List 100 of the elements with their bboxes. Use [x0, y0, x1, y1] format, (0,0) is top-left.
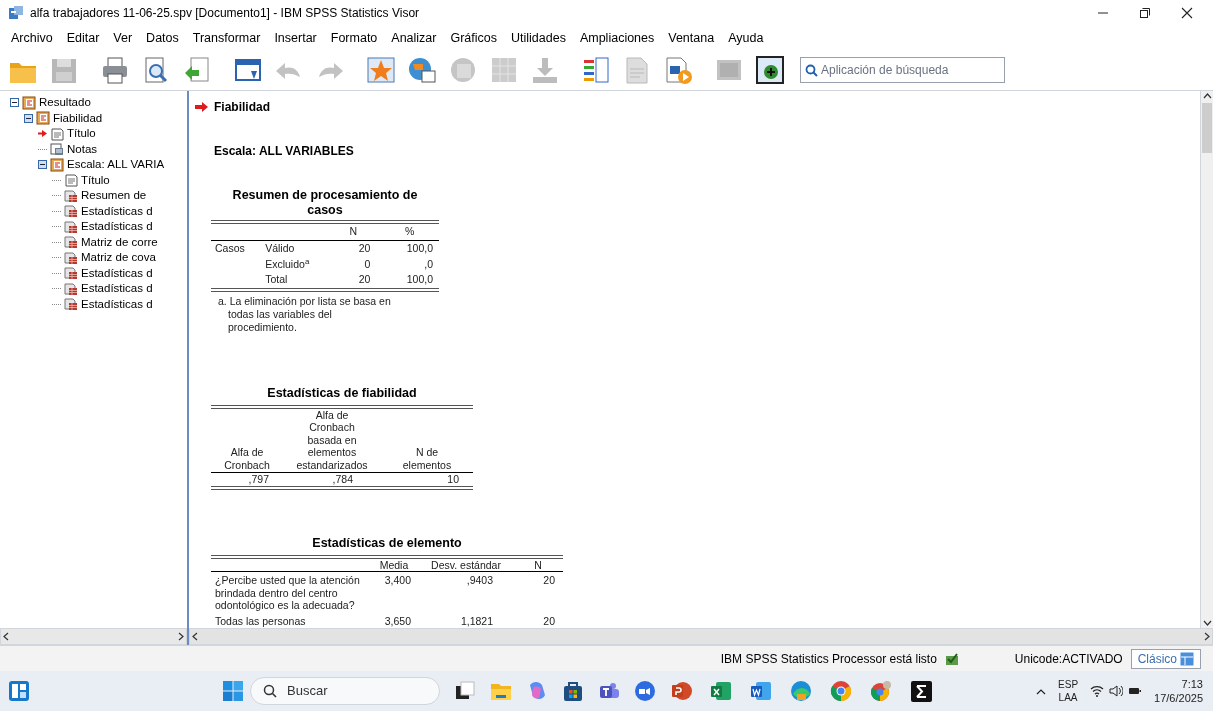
collapse-icon[interactable] — [24, 113, 33, 123]
tree-item[interactable]: Estadísticas d — [81, 218, 153, 236]
browser-wave-icon[interactable] — [790, 680, 812, 702]
notes-icon — [50, 142, 64, 157]
scroll-right-icon[interactable] — [178, 632, 184, 641]
store-icon[interactable] — [562, 680, 584, 702]
table-cell: 20 — [326, 240, 381, 257]
tree-item[interactable]: Resultado — [39, 94, 91, 112]
table-book-icon — [64, 188, 78, 203]
collapse-icon[interactable] — [10, 98, 19, 108]
taskbar-search[interactable]: Buscar — [250, 677, 440, 705]
table-cell-text: 0 — [363, 256, 372, 272]
column-header: Alfa de Cronbach — [223, 446, 271, 472]
tree-item[interactable]: Estadísticas d — [81, 280, 153, 298]
slides-app-icon[interactable] — [670, 680, 692, 702]
search-field[interactable]: Aplicación de búsqueda — [800, 57, 1005, 83]
tree-item[interactable]: Matriz de cova — [81, 249, 156, 267]
menu-item[interactable]: Datos — [139, 26, 186, 50]
scroll-down-icon[interactable] — [1202, 620, 1212, 626]
table-book-icon — [64, 281, 78, 296]
search-icon — [263, 684, 277, 698]
collapse-icon[interactable] — [38, 160, 47, 170]
scroll-thumb[interactable] — [1202, 103, 1212, 153]
globe-table-icon[interactable] — [407, 55, 437, 85]
spreadsheet-app-icon[interactable] — [710, 680, 732, 702]
menu-item[interactable]: Formato — [323, 26, 385, 50]
menu-item[interactable]: Ampliaciones — [572, 26, 662, 50]
start-icon[interactable] — [222, 680, 244, 702]
task-view-icon[interactable] — [454, 680, 476, 702]
menu-item[interactable]: Transformar — [185, 26, 268, 50]
wifi-icon — [1090, 685, 1105, 697]
table-cell: 3,400 — [369, 571, 419, 613]
mode-button[interactable]: Clásico — [1130, 648, 1201, 669]
menu-item[interactable]: Ayuda — [721, 26, 771, 50]
output-book-icon — [50, 157, 64, 172]
encoding-status: Unicode:ACTIVADO — [1014, 650, 1123, 668]
scroll-left-icon[interactable] — [192, 632, 198, 641]
scrollbar[interactable] — [189, 628, 1213, 645]
menu-item[interactable]: Gráficos — [443, 26, 505, 50]
tree-item[interactable]: Matriz de corre — [81, 233, 158, 251]
document-play-icon[interactable] — [663, 55, 693, 85]
table-book-icon — [64, 235, 78, 250]
close-icon[interactable] — [1181, 7, 1193, 19]
scroll-right-icon[interactable] — [1204, 632, 1210, 641]
add-icon[interactable] — [755, 55, 785, 85]
table-cell: 100,0 — [380, 272, 439, 290]
language-indicator[interactable]: ESP LAA — [1058, 678, 1079, 704]
tree-item[interactable]: Título — [81, 171, 110, 189]
table-cell: 20 — [326, 272, 381, 290]
menu-item[interactable]: Editar — [59, 26, 107, 50]
output-heading: Fiabilidad — [214, 99, 270, 116]
menu-item[interactable]: Ventana — [661, 26, 722, 50]
scrollbar[interactable] — [0, 628, 187, 645]
widgets-icon[interactable] — [8, 680, 30, 702]
tree-item[interactable]: Estadísticas d — [81, 295, 153, 313]
browser-profile-icon[interactable] — [870, 680, 892, 702]
table-footnote: a. La eliminación por lista se basa en todas las variables del procedimiento. — [217, 295, 392, 334]
table-title: Estadísticas de elemento — [312, 534, 462, 552]
word-app-icon[interactable] — [750, 680, 772, 702]
scrollbar[interactable] — [1200, 91, 1213, 628]
tree-item[interactable]: Fiabilidad — [53, 109, 103, 127]
row-group-label: Casos — [211, 240, 262, 257]
menu-item[interactable]: Insertar — [267, 26, 324, 50]
star-grid-icon[interactable] — [366, 55, 396, 85]
tree-item[interactable]: Estadísticas d — [81, 264, 153, 282]
table-book-icon — [64, 297, 78, 312]
scale-heading: Escala: ALL VARIABLES — [214, 143, 354, 160]
menu-item[interactable]: Ver — [106, 26, 140, 50]
table-cell: ,797 — [211, 472, 283, 488]
output-book-icon — [36, 111, 50, 126]
printer-icon[interactable] — [100, 55, 130, 85]
video-call-icon[interactable] — [634, 680, 656, 702]
column-header: N — [513, 556, 563, 572]
maximize-icon[interactable] — [1139, 7, 1151, 19]
column-header: % — [380, 222, 439, 241]
menu-item[interactable]: Archivo — [4, 26, 60, 50]
tree-item[interactable]: Notas — [67, 140, 98, 158]
menu-item[interactable]: Analizar — [384, 26, 444, 50]
scroll-up-icon[interactable] — [1202, 93, 1212, 99]
app-icon — [8, 5, 24, 21]
status-message: IBM SPSS Statistics Processor está listo — [720, 650, 937, 668]
battery-icon — [1128, 685, 1143, 697]
row-label: Excluido$^{a}$ — [264, 256, 311, 272]
tree-item[interactable]: Título — [67, 125, 96, 143]
browser-circle-icon[interactable] — [830, 680, 852, 702]
clock[interactable]: 7:13 17/6/2025 — [1154, 677, 1203, 705]
tree-item[interactable]: Estadísticas d — [81, 202, 153, 220]
tree-item[interactable]: Escala: ALL VARIA — [67, 156, 165, 174]
tree-item[interactable]: Resumen de — [81, 187, 147, 205]
table-book-icon — [64, 204, 78, 219]
column-header: Desv. estándar — [419, 556, 513, 572]
layout-icon — [1180, 651, 1194, 666]
table-title: Estadísticas de fiabilidad — [267, 385, 417, 402]
table-book-icon — [64, 250, 78, 265]
column-header: Media — [369, 556, 419, 572]
sigma-app-icon[interactable] — [910, 680, 932, 702]
colored-list-icon[interactable] — [581, 55, 611, 85]
chevron-up-icon[interactable] — [1036, 687, 1047, 695]
scroll-left-icon[interactable] — [3, 632, 9, 641]
menu-item[interactable]: Utilidades — [504, 26, 573, 50]
